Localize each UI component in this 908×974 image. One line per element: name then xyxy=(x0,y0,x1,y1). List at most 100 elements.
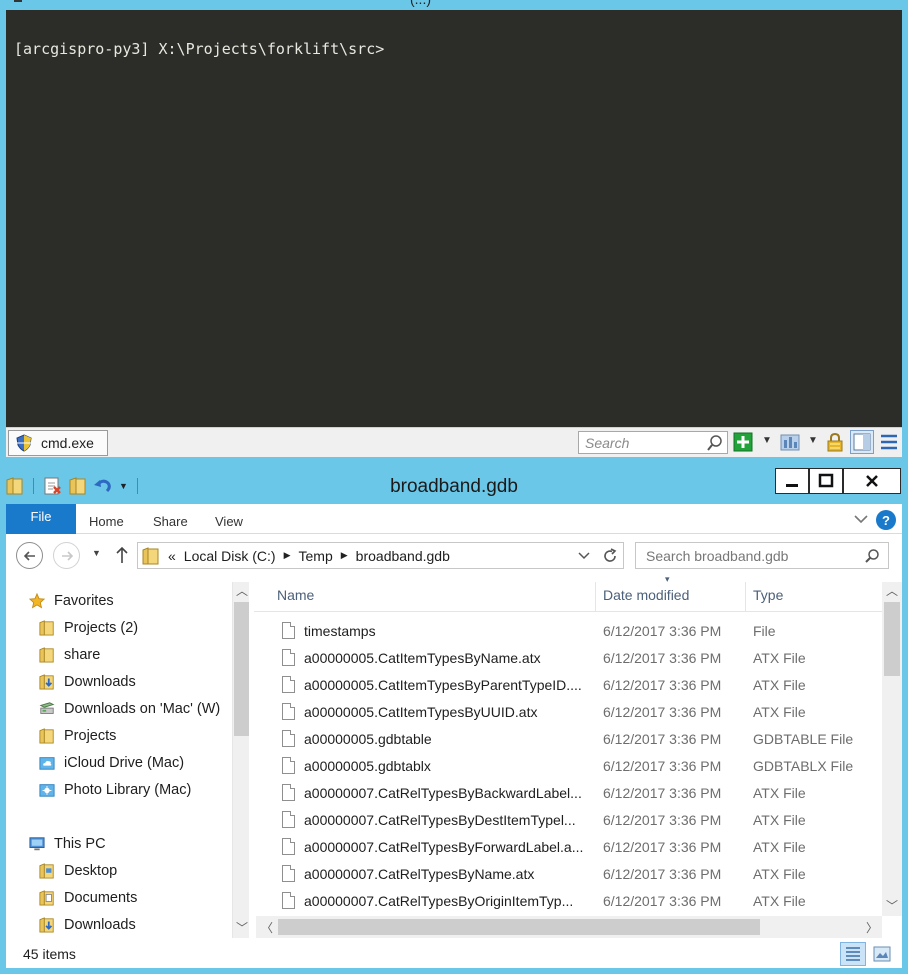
nav-item-label: Downloads xyxy=(64,917,136,933)
address-overflow[interactable]: « xyxy=(168,548,176,564)
file-row[interactable]: a00000007.CatRelTypesByOriginItemTyp... 6… xyxy=(254,888,882,915)
column-header-name[interactable]: Name xyxy=(277,587,314,603)
search-input[interactable]: Search broadband.gdb xyxy=(635,542,889,569)
menu-icon[interactable] xyxy=(879,432,899,452)
nav-item-photo-library[interactable]: Photo Library (Mac) xyxy=(38,777,191,803)
file-row[interactable]: a00000007.CatRelTypesByDestItemTypel... 6… xyxy=(254,807,882,834)
forward-button[interactable] xyxy=(53,542,80,569)
nav-favorites-label: Favorites xyxy=(54,593,114,609)
star-icon xyxy=(28,593,46,609)
file-list-horizontal-scrollbar[interactable]: 〈 〉 xyxy=(256,916,882,938)
file-row[interactable]: a00000007.CatRelTypesByForwardLabel.a...… xyxy=(254,834,882,861)
explorer-window-title: broadband.gdb xyxy=(390,476,518,497)
file-row[interactable]: timestamps 6/12/2017 3:36 PM File xyxy=(254,618,882,645)
tab-home[interactable]: Home xyxy=(89,514,124,529)
nav-item-downloads[interactable]: Downloads xyxy=(38,669,136,695)
back-button[interactable] xyxy=(16,542,43,569)
close-icon xyxy=(866,475,878,487)
column-divider[interactable] xyxy=(745,582,746,612)
tab-file[interactable]: File xyxy=(6,504,76,534)
nav-item-label: Downloads on 'Mac' (W) xyxy=(64,701,221,717)
nav-item-documents[interactable]: Documents xyxy=(38,885,137,911)
search-icon[interactable] xyxy=(864,548,880,564)
file-row[interactable]: a00000005.CatItemTypesByParentTypeID....… xyxy=(254,672,882,699)
file-type: ATX File xyxy=(753,839,806,855)
address-bar[interactable]: « Local Disk (C:) ▶ Temp ▶ broadband.gdb xyxy=(137,542,624,569)
file-name: a00000007.CatRelTypesByForwardLabel.a... xyxy=(304,839,584,855)
nav-this-pc[interactable]: This PC xyxy=(28,831,106,857)
console-tab-cmd[interactable]: cmd.exe xyxy=(8,430,108,456)
scroll-down-arrow-icon[interactable]: ﹀ xyxy=(236,919,248,936)
lock-icon[interactable] xyxy=(825,432,845,452)
file-row[interactable]: a00000005.CatItemTypesByUUID.atx 6/12/201… xyxy=(254,699,882,726)
console-window: (...) [arcgispro-py3] X:\Projects\forkli… xyxy=(0,0,908,462)
network-drive-icon xyxy=(39,702,55,714)
file-icon xyxy=(282,676,295,693)
details-view-button[interactable] xyxy=(840,942,866,966)
shield-icon xyxy=(16,434,32,452)
file-name: timestamps xyxy=(304,623,376,639)
column-header-type[interactable]: Type xyxy=(753,587,783,603)
nav-item-icloud[interactable]: iCloud Drive (Mac) xyxy=(38,750,184,776)
close-button[interactable] xyxy=(843,468,901,494)
file-date-modified: 6/12/2017 3:36 PM xyxy=(603,704,722,720)
nav-item-projects-2[interactable]: Projects (2) xyxy=(38,615,138,641)
console-minimize-glyph[interactable] xyxy=(14,0,22,2)
column-header-date[interactable]: Date modified xyxy=(603,587,689,603)
nav-favorites[interactable]: Favorites xyxy=(28,588,114,614)
nav-item-label: Projects xyxy=(64,728,117,744)
file-row[interactable]: a00000005.gdbtable 6/12/2017 3:36 PM GDBTA… xyxy=(254,726,882,753)
recent-locations-icon[interactable]: ▼ xyxy=(92,548,101,558)
new-tab-icon[interactable] xyxy=(733,432,753,452)
breadcrumb-temp[interactable]: Temp xyxy=(299,548,333,564)
chevron-down-icon[interactable] xyxy=(578,550,590,562)
console-output[interactable]: [arcgispro-py3] X:\Projects\forklift\src… xyxy=(6,10,902,427)
nav-item-pc-downloads[interactable]: Downloads xyxy=(38,912,136,938)
column-divider[interactable] xyxy=(595,582,596,612)
panel-toggle-icon[interactable] xyxy=(850,430,874,454)
file-icon xyxy=(282,892,295,909)
file-row[interactable]: a00000005.gdbtablx 6/12/2017 3:36 PM GDBTA… xyxy=(254,753,882,780)
minimize-button[interactable] xyxy=(775,468,809,494)
up-arrow-icon[interactable] xyxy=(114,546,130,564)
tab-view[interactable]: View xyxy=(215,514,243,529)
split-dropdown-icon[interactable]: ▼ xyxy=(808,435,818,446)
breadcrumb-arrow-icon[interactable]: ▶ xyxy=(284,550,291,561)
file-type: ATX File xyxy=(753,812,806,828)
horizontal-scroll-thumb[interactable] xyxy=(278,919,760,935)
tab-share[interactable]: Share xyxy=(153,514,188,529)
nav-item-share[interactable]: share xyxy=(38,642,100,668)
split-view-icon[interactable] xyxy=(780,432,800,452)
file-list-vertical-scrollbar[interactable]: ︿ ﹀ xyxy=(882,582,902,916)
photo-library-icon xyxy=(39,784,55,797)
nav-pane-scroll-thumb[interactable] xyxy=(234,602,249,736)
file-name: a00000005.gdbtable xyxy=(304,731,432,747)
breadcrumb-broadband[interactable]: broadband.gdb xyxy=(356,548,450,564)
help-button[interactable]: ? xyxy=(876,510,896,530)
chevron-down-icon[interactable] xyxy=(854,512,868,526)
scroll-up-arrow-icon[interactable]: ︿ xyxy=(886,582,898,599)
scroll-up-arrow-icon[interactable]: ︿ xyxy=(236,582,248,599)
nav-item-projects[interactable]: Projects xyxy=(38,723,116,749)
file-list-scroll-thumb[interactable] xyxy=(884,602,900,676)
nav-item-desktop[interactable]: Desktop xyxy=(38,858,117,884)
file-row[interactable]: a00000007.CatRelTypesByBackwardLabel... 6… xyxy=(254,780,882,807)
nav-pane-scrollbar[interactable]: ︿ ﹀ xyxy=(232,582,249,938)
refresh-icon[interactable] xyxy=(602,548,618,564)
scroll-right-arrow-icon[interactable]: 〉 xyxy=(866,919,878,936)
breadcrumb-arrow-icon[interactable]: ▶ xyxy=(341,550,348,561)
search-icon[interactable] xyxy=(706,434,724,452)
file-row[interactable]: a00000005.CatItemTypesByName.atx 6/12/201… xyxy=(254,645,882,672)
file-type: ATX File xyxy=(753,704,806,720)
nav-item-downloads-mac[interactable]: Downloads on 'Mac' (W) xyxy=(38,696,220,722)
scroll-left-arrow-icon[interactable]: 〈 xyxy=(261,919,273,936)
new-tab-dropdown-icon[interactable]: ▼ xyxy=(762,435,772,446)
scroll-down-arrow-icon[interactable]: ﹀ xyxy=(886,897,898,914)
console-search-input[interactable]: Search xyxy=(578,431,728,454)
maximize-button[interactable] xyxy=(809,468,843,494)
file-name: a00000007.CatRelTypesByName.atx xyxy=(304,866,535,882)
file-row[interactable]: a00000007.CatRelTypesByName.atx 6/12/2017… xyxy=(254,861,882,888)
breadcrumb-local-disk[interactable]: Local Disk (C:) xyxy=(184,548,276,564)
large-icons-view-icon[interactable] xyxy=(872,944,892,964)
navigation-pane[interactable]: Favorites Projects (2) share Downloads D… xyxy=(6,576,232,938)
